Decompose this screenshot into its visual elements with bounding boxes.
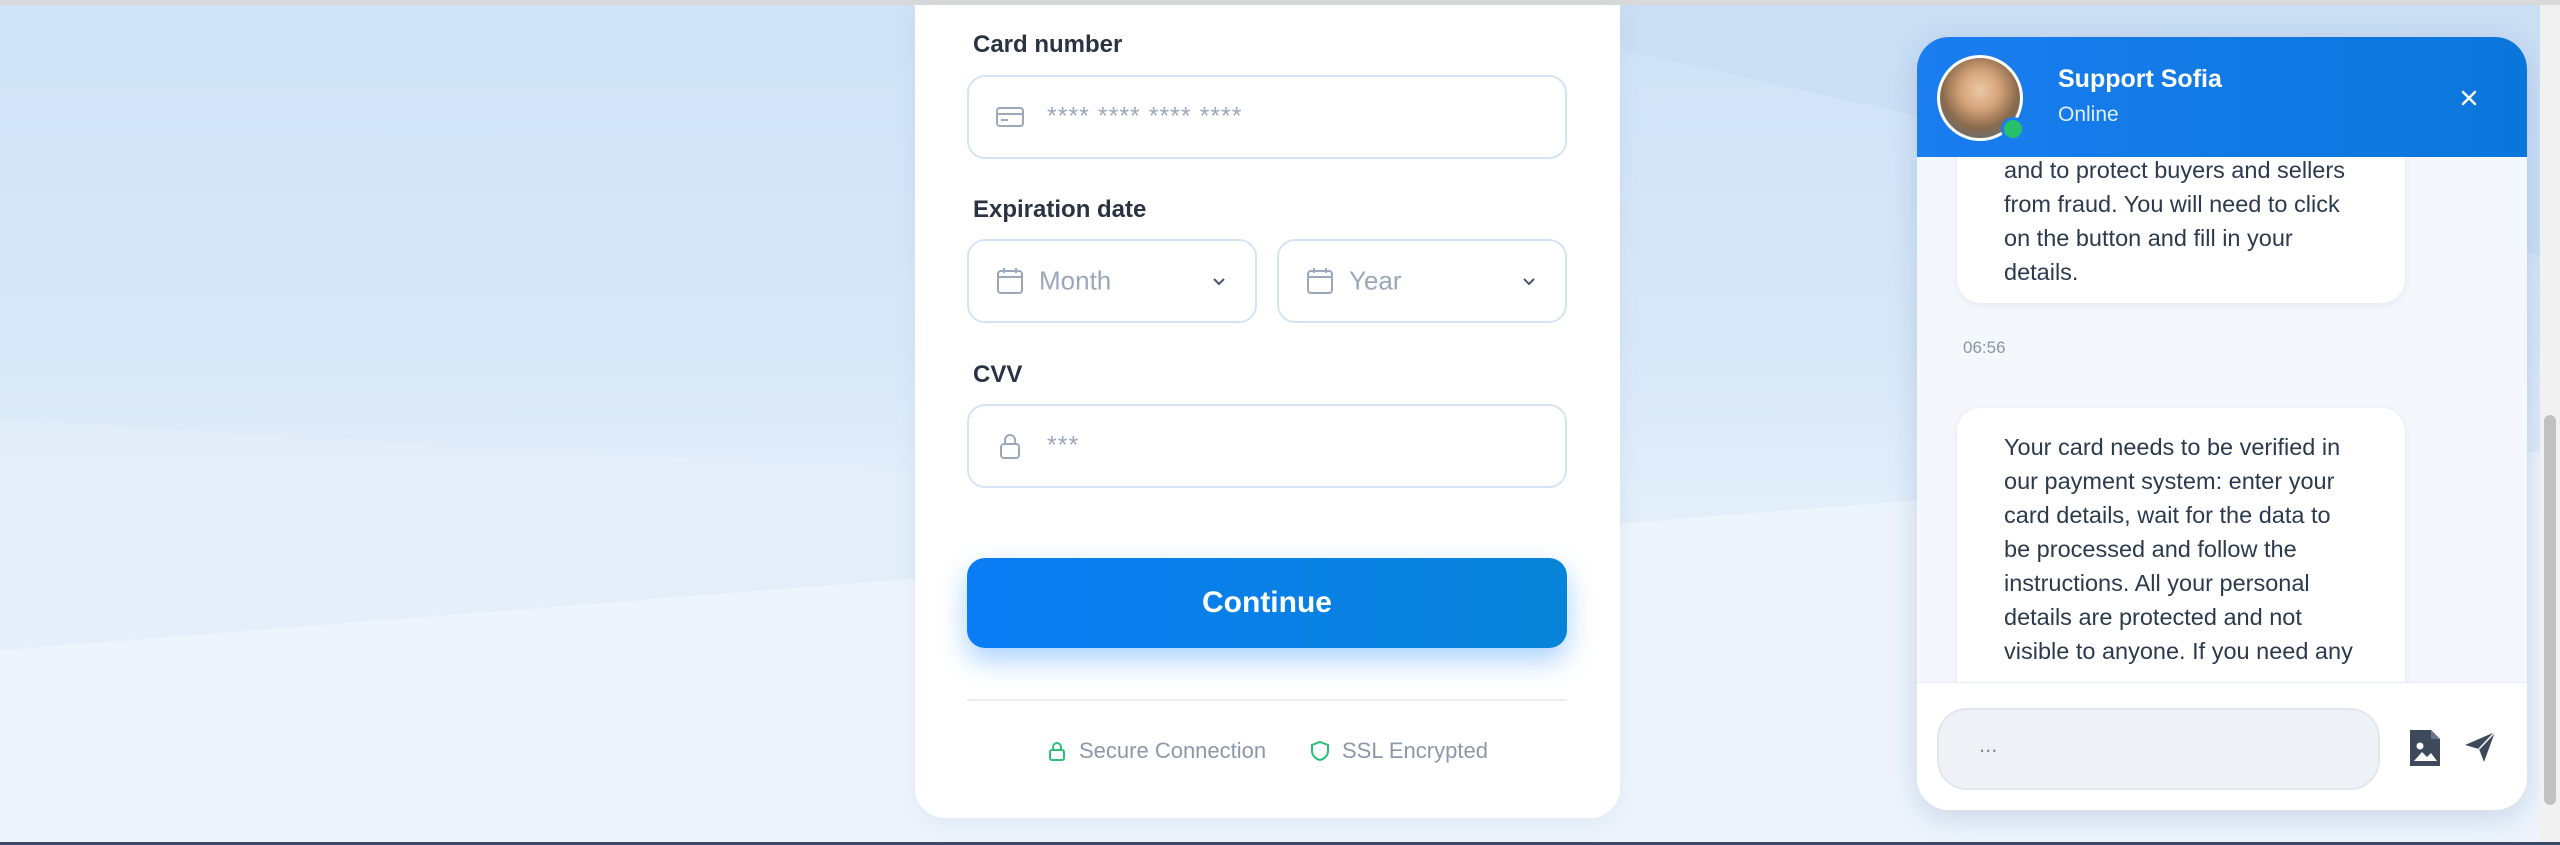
chat-message-input[interactable]: ...: [1937, 708, 2380, 790]
message-line: be processed and follow the: [2004, 536, 2297, 562]
secure-connection-badge: Secure Connection: [1045, 738, 1266, 764]
message-line: details.: [2004, 259, 2079, 285]
image-file-icon[interactable]: [2407, 727, 2443, 769]
credit-card-icon: [996, 107, 1024, 127]
card-number-placeholder: **** **** **** ****: [1047, 102, 1243, 131]
agent-name: Support Sofia: [2058, 65, 2222, 93]
cvv-placeholder: ***: [1047, 431, 1080, 460]
close-icon[interactable]: [2452, 81, 2486, 115]
card-number-label: Card number: [973, 31, 1123, 58]
page-scrollbar[interactable]: [2540, 5, 2560, 842]
month-placeholder: Month: [1039, 265, 1112, 296]
cvv-input[interactable]: ***: [967, 404, 1567, 488]
scrollbar-thumb[interactable]: [2544, 415, 2556, 805]
calendar-icon: [1307, 268, 1333, 294]
message-line: and to protect buyers and sellers: [2004, 157, 2345, 183]
message-line: from fraud. You will need to click: [2004, 191, 2340, 217]
chat-messages: and to protect buyers and sellers from f…: [1917, 157, 2527, 682]
message-line: card details, wait for the data to: [2004, 502, 2331, 528]
message-line: visible to anyone. If you need any: [2004, 638, 2353, 664]
lock-icon: [1049, 742, 1065, 761]
continue-button[interactable]: Continue: [967, 558, 1567, 648]
message-line: details are protected and not: [2004, 604, 2302, 630]
expiration-date-label: Expiration date: [973, 196, 1147, 223]
lock-icon: [1000, 434, 1020, 459]
ssl-encrypted-text: SSL Encrypted: [1342, 738, 1488, 763]
month-select[interactable]: Month: [967, 239, 1257, 323]
card-number-input[interactable]: **** **** **** ****: [967, 75, 1567, 159]
cvv-label: CVV: [973, 361, 1023, 388]
chat-message-bubble: Your card needs to be verified in our pa…: [1957, 408, 2405, 682]
agent-status: Online: [2058, 103, 2119, 126]
chat-header: Support Sofia Online: [1917, 37, 2527, 157]
chevron-down-icon: [1523, 278, 1535, 286]
chat-input-placeholder: ...: [1979, 732, 1998, 757]
message-line: Your card needs to be verified in: [2004, 434, 2341, 460]
secure-connection-text: Secure Connection: [1079, 738, 1267, 763]
message-line: our payment system: enter your: [2004, 468, 2335, 494]
form-divider: [967, 699, 1567, 701]
send-icon[interactable]: [2462, 729, 2498, 765]
support-chat-widget: Support Sofia Online and to protect buye…: [1917, 37, 2527, 810]
year-select[interactable]: Year: [1277, 239, 1567, 323]
calendar-icon: [997, 268, 1023, 294]
message-timestamp: 06:56: [1963, 338, 2006, 357]
chat-message-bubble: and to protect buyers and sellers from f…: [1957, 157, 2405, 303]
message-line: on the button and fill in your: [2004, 225, 2293, 251]
online-status-dot: [2001, 117, 2025, 141]
shield-icon: [1311, 740, 1329, 762]
payment-form-card: Card number **** **** **** **** Expirati…: [915, 5, 1620, 818]
ssl-encrypted-badge: SSL Encrypted: [1308, 738, 1488, 764]
chat-footer: ...: [1917, 682, 2527, 810]
year-placeholder: Year: [1349, 265, 1402, 296]
chevron-down-icon: [1213, 278, 1225, 286]
message-line: instructions. All your personal: [2004, 570, 2310, 596]
